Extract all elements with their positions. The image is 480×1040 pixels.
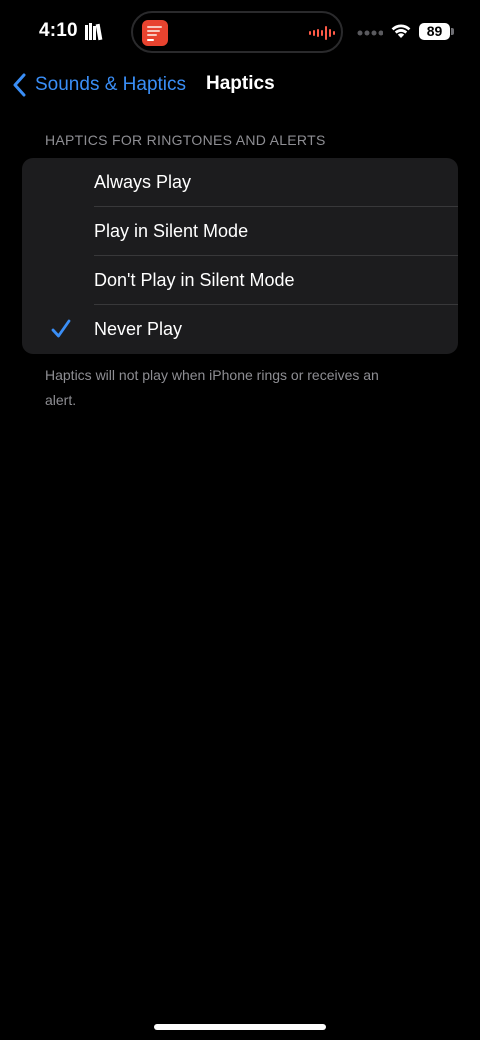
voice-memo-icon bbox=[142, 20, 168, 46]
option-label: Don't Play in Silent Mode bbox=[94, 270, 295, 290]
back-button[interactable]: Sounds & Haptics bbox=[12, 70, 186, 100]
battery-icon: 89 bbox=[419, 23, 450, 40]
option-never-play[interactable]: Never Play bbox=[22, 305, 458, 354]
option-dont-play-in-silent-mode[interactable]: Don't Play in Silent Mode bbox=[22, 256, 458, 305]
wifi-icon bbox=[391, 24, 411, 38]
section-header: HAPTICS FOR RINGTONES AND ALERTS bbox=[45, 132, 326, 148]
status-bar: 4:10 89 bbox=[0, 0, 480, 64]
home-indicator[interactable] bbox=[154, 1024, 326, 1030]
checkmark-icon bbox=[51, 319, 71, 338]
options-group: Always Play Play in Silent Mode Don't Pl… bbox=[22, 158, 458, 354]
battery-cap bbox=[451, 28, 454, 35]
section-footer: Haptics will not play when iPhone rings … bbox=[45, 367, 379, 408]
signal-icon bbox=[357, 30, 383, 36]
chevron-left-icon bbox=[13, 73, 26, 97]
back-button-label: Sounds & Haptics bbox=[35, 74, 187, 95]
page-title: Haptics bbox=[206, 73, 275, 94]
waveform-icon bbox=[309, 26, 335, 40]
option-label: Always Play bbox=[94, 172, 192, 192]
dynamic-island[interactable] bbox=[131, 11, 343, 53]
option-label: Play in Silent Mode bbox=[94, 221, 249, 241]
option-label: Never Play bbox=[94, 319, 183, 339]
status-time: 4:10 bbox=[39, 20, 78, 41]
option-always-play[interactable]: Always Play bbox=[22, 158, 458, 207]
books-icon bbox=[85, 23, 103, 41]
option-play-in-silent-mode[interactable]: Play in Silent Mode bbox=[22, 207, 458, 256]
